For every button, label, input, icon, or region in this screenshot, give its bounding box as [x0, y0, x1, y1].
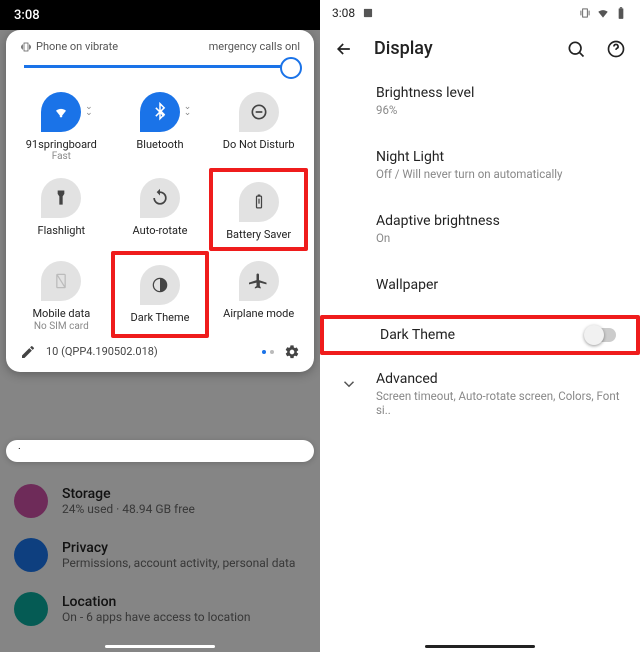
dnd-icon [239, 92, 279, 132]
back-icon[interactable] [334, 39, 354, 59]
build-number: 10 (QPP4.190502.018) [46, 345, 282, 358]
adaptive-brightness-row[interactable]: Adaptive brightness On [320, 203, 640, 255]
vibrate-status: Phone on vibrate [20, 40, 118, 53]
tile-label: Auto-rotate [133, 224, 188, 237]
status-bar: 3:08 [320, 0, 640, 26]
app-bar: Display [320, 26, 640, 71]
row-title: Privacy [62, 540, 295, 556]
row-title: Wallpaper [376, 277, 624, 293]
toggle-switch[interactable] [586, 328, 616, 342]
battery-saver-tile[interactable]: Battery Saver [209, 168, 308, 251]
notification-card[interactable]: · [6, 440, 314, 462]
row-icon [14, 592, 48, 626]
tile-label: Mobile data [32, 307, 90, 320]
vibrate-icon [20, 41, 32, 53]
nav-handle[interactable] [105, 645, 215, 648]
dark-theme-row[interactable]: Dark Theme [320, 315, 640, 355]
right-screenshot: 3:08 Display Brightness level 96% Night Li… [320, 0, 640, 652]
row-title: Adaptive brightness [376, 213, 624, 229]
night-light-row[interactable]: Night Light Off / Will never turn on auto… [320, 139, 640, 191]
bg-settings-row: Storage24% used · 48.94 GB free [0, 474, 320, 528]
row-subtitle: Screen timeout, Auto-rotate screen, Colo… [376, 389, 624, 417]
tile-label: Dark Theme [131, 311, 190, 324]
nav-handle[interactable] [425, 645, 535, 648]
flashlight-icon [41, 178, 81, 218]
edit-icon[interactable] [20, 344, 36, 360]
page-title: Display [374, 38, 546, 59]
wifi-icon [41, 92, 81, 132]
tile-label: Do Not Disturb [223, 138, 295, 151]
bg-settings-row: PrivacyPermissions, account activity, pe… [0, 528, 320, 582]
gear-icon[interactable] [284, 344, 300, 360]
status-time: 3:08 [14, 8, 40, 23]
wallpaper-row[interactable]: Wallpaper [320, 267, 640, 303]
row-subtitle: Permissions, account activity, personal … [62, 556, 295, 570]
row-title: Advanced [376, 371, 624, 387]
status-time: 3:08 [332, 6, 355, 20]
advanced-row[interactable]: Advanced Screen timeout, Auto-rotate scre… [320, 361, 640, 427]
autorotate-tile[interactable]: Auto-rotate [111, 168, 210, 251]
quick-settings-panel: Phone on vibrate mergency calls onl ⌄⌄ 91… [6, 30, 314, 372]
brightness-slider[interactable] [6, 57, 314, 82]
screenshot-icon [361, 6, 375, 20]
row-icon [14, 484, 48, 518]
airplane-tile[interactable]: Airplane mode [209, 251, 308, 337]
row-title: Brightness level [376, 85, 624, 101]
tile-sublabel: No SIM card [34, 321, 89, 332]
chevron-down-icon [340, 375, 358, 397]
help-icon[interactable] [606, 39, 626, 59]
wifi-tile[interactable]: ⌄⌄ 91springboardFast [12, 82, 111, 168]
page-indicator [262, 350, 274, 354]
brightness-row[interactable]: Brightness level 96% [320, 75, 640, 127]
row-subtitle: 96% [376, 103, 624, 117]
row-title: Night Light [376, 149, 624, 165]
chevron-down-icon[interactable]: ⌄⌄ [184, 104, 192, 117]
vibrate-icon [578, 6, 592, 20]
tile-label: Flashlight [37, 224, 85, 237]
dnd-tile[interactable]: Do Not Disturb [209, 82, 308, 168]
tile-label: 91springboard [26, 138, 97, 151]
tile-sublabel: Fast [52, 151, 71, 162]
rotate-icon [140, 178, 180, 218]
row-subtitle: On - 6 apps have access to location [62, 610, 251, 624]
tile-label: Bluetooth [136, 138, 183, 151]
search-icon[interactable] [566, 39, 586, 59]
tile-label: Battery Saver [226, 228, 291, 241]
left-screenshot: 3:08 Storage24% used · 48.94 GB freePriv… [0, 0, 320, 652]
row-subtitle: Off / Will never turn on automatically [376, 167, 624, 181]
battery-icon [614, 6, 628, 20]
row-title: Storage [62, 486, 195, 502]
status-bar: 3:08 [0, 0, 320, 30]
darktheme-icon [140, 265, 180, 305]
flashlight-tile[interactable]: Flashlight [12, 168, 111, 251]
row-subtitle: On [376, 231, 624, 245]
chevron-down-icon[interactable]: ⌄⌄ [85, 104, 93, 117]
bluetooth-icon [140, 92, 180, 132]
tile-label: Airplane mode [223, 307, 294, 320]
wifi-icon [596, 6, 610, 20]
mobile-data-tile: Mobile dataNo SIM card [12, 251, 111, 337]
bluetooth-tile[interactable]: ⌄⌄ Bluetooth [111, 82, 210, 168]
row-icon [14, 538, 48, 572]
sim-icon [41, 261, 81, 301]
battery-icon [239, 182, 279, 222]
row-subtitle: 24% used · 48.94 GB free [62, 502, 195, 516]
row-title: Location [62, 594, 251, 610]
airplane-icon [239, 261, 279, 301]
emergency-status: mergency calls onl [209, 40, 300, 53]
dark-theme-tile[interactable]: Dark Theme [111, 251, 210, 337]
bg-settings-row: LocationOn - 6 apps have access to locat… [0, 582, 320, 636]
